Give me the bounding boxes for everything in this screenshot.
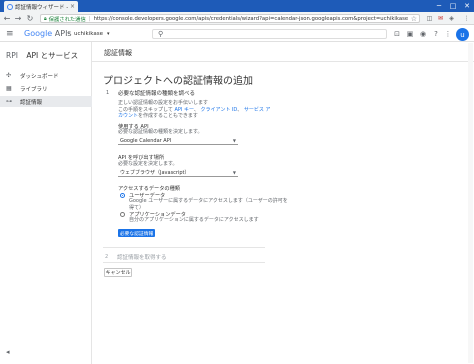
desc-comma: 、: [193, 106, 199, 113]
key-icon: ⊶: [6, 98, 12, 105]
sidebar-item-dashboard[interactable]: ✣ ダッシュボード: [0, 70, 92, 81]
step-title: 必要な認証情報の種類を調べる: [118, 91, 196, 97]
data-type-heading: アクセスするデータの種類: [118, 186, 180, 192]
sidebar-item-label: ライブラリ: [20, 86, 48, 93]
gift-icon[interactable]: ⊡: [392, 29, 402, 39]
maximize-button[interactable]: □: [446, 1, 460, 11]
help-icon[interactable]: ?: [431, 29, 441, 39]
tab-title: 認証情報ウィザード - uchiki: [15, 4, 70, 11]
address-bar[interactable]: 🔒︎ 保護された通信 | https://console.developers.…: [40, 14, 420, 23]
gmail-extension-icon[interactable]: ✉: [436, 14, 445, 23]
step-2-panel: 2 認証情報を取得する: [103, 251, 265, 263]
lock-icon: 🔒︎: [44, 15, 47, 22]
step-title: 認証情報を取得する: [117, 255, 167, 261]
project-dots-icon: ⁘: [66, 30, 72, 37]
bookmark-star-icon[interactable]: ☆: [411, 15, 417, 23]
extension-icon[interactable]: ◫: [425, 14, 434, 23]
page-title: プロジェクトへの認証情報の追加: [103, 76, 253, 87]
minimize-button[interactable]: ─: [432, 1, 446, 11]
caller-select[interactable]: ウェブブラウザ（Javascript） ▼: [118, 169, 238, 177]
url-text: https://console.developers.google.com/ap…: [93, 15, 409, 22]
api-brand-icon: RPI: [6, 51, 18, 60]
sidebar-item-credentials[interactable]: ⊶ 認証情報: [0, 96, 92, 107]
page-scrollbar[interactable]: [468, 43, 473, 363]
service-account-link-cont[interactable]: カウント: [118, 113, 138, 119]
page-header: 認証情報: [92, 42, 474, 62]
api-key-link[interactable]: API キー: [174, 107, 193, 113]
reload-icon[interactable]: ↻: [25, 13, 35, 24]
desc-line-3: カウントを作成することもできます: [118, 113, 268, 120]
user-data-desc: Google ユーザーに属するデータにアクセスします（ユーザーの許可を 得て）: [129, 198, 288, 211]
api-caption: 必要な認証情報の種類を決定します。: [118, 129, 203, 135]
user-data-radio[interactable]: [120, 193, 125, 198]
required-credentials-button[interactable]: 必要な認証情報: [118, 229, 155, 237]
more-vert-icon[interactable]: ⋮: [443, 29, 453, 39]
back-icon[interactable]: ←: [2, 13, 12, 24]
collapse-sidebar-icon[interactable]: ◂: [6, 348, 10, 356]
service-account-link[interactable]: サービス ア: [244, 107, 271, 113]
user-data-desc-a: Google ユーザーに属するデータにアクセスします（ユーザーの許可を: [129, 198, 288, 204]
desc-and: 、: [237, 106, 243, 113]
desc-line-3-post: を作成することもできます: [138, 113, 198, 119]
browser-toolbar: ← → ↻ 🔒︎ 保護された通信 | https://console.devel…: [0, 12, 474, 25]
secure-label: 保護された通信: [48, 16, 86, 23]
chevron-down-icon: ▼: [232, 138, 236, 143]
project-name: uchikikase: [74, 30, 103, 37]
sidebar-item-label: 認証情報: [20, 99, 43, 106]
extension-puzzle-icon[interactable]: ◈: [447, 14, 456, 23]
search-input[interactable]: ⚲: [152, 29, 387, 39]
step-number: 1: [106, 90, 110, 96]
step-description: 正しい認証情報の設定をお手伝いします この手順をスキップして API キー、 ク…: [118, 100, 271, 120]
dashboard-icon: ✣: [6, 72, 12, 79]
sidebar: RPI API とサービス ✣ ダッシュボード ▦ ライブラリ ⊶ 認証情報 ◂: [0, 42, 92, 364]
favicon-icon: [7, 3, 13, 10]
browser-tab[interactable]: 認証情報ウィザード - uchiki ×: [4, 1, 78, 12]
sidebar-item-library[interactable]: ▦ ライブラリ: [0, 83, 92, 94]
caller-select-value: ウェブブラウザ（Javascript）: [120, 170, 190, 176]
sidebar-title: RPI API とサービス: [6, 50, 78, 61]
browser-menu-icon[interactable]: ⋮: [462, 14, 471, 23]
hamburger-menu-icon[interactable]: ≡: [6, 29, 14, 39]
library-icon: ▦: [6, 85, 12, 92]
cancel-button[interactable]: キャンセル: [104, 268, 132, 277]
client-id-link[interactable]: クライアント ID: [201, 107, 238, 113]
tab-close-icon[interactable]: ×: [70, 3, 75, 10]
sidebar-item-label: ダッシュボード: [20, 73, 59, 80]
cloud-shell-icon[interactable]: ▣: [405, 29, 415, 39]
address-separator: |: [88, 15, 91, 22]
caller-caption: 必要な設定を決定します。: [118, 161, 178, 167]
window-close-button[interactable]: ✕: [460, 1, 474, 11]
chevron-down-icon: ▼: [232, 170, 236, 175]
step-1-panel: 1 必要な認証情報の種類を調べる 正しい認証情報の設定をお手伝いします この手順…: [104, 89, 288, 242]
app-data-desc: 自分のアプリケーションに属するデータにアクセスします: [129, 217, 259, 223]
desc-line-2-pre: この手順をスキップして: [118, 106, 173, 113]
api-select[interactable]: Google Calendar API ▼: [118, 137, 238, 145]
step-divider: [103, 247, 265, 248]
sidebar-title-text: API とサービス: [26, 51, 79, 60]
page-header-title: 認証情報: [104, 49, 132, 57]
caller-heading: API を呼び出す場所: [118, 155, 165, 161]
google-apis-logo[interactable]: Google APIs: [24, 29, 72, 38]
console-header: ≡ Google APIs ⁘ uchikikase ▾ ⚲ ⊡ ▣ ◉ ? ⋮: [0, 26, 474, 42]
notifications-icon[interactable]: ◉: [418, 29, 428, 39]
project-selector[interactable]: ⁘ uchikikase ▾: [66, 30, 110, 37]
avatar[interactable]: u: [456, 28, 469, 41]
search-icon: ⚲: [158, 30, 164, 38]
browser-tab-bar: 認証情報ウィザード - uchiki × ─ □ ✕: [0, 0, 474, 12]
api-select-value: Google Calendar API: [120, 137, 172, 144]
app-data-radio[interactable]: [120, 212, 125, 217]
logo-google: Google: [24, 29, 53, 38]
forward-icon[interactable]: →: [13, 13, 23, 24]
step-number: 2: [105, 254, 109, 260]
chevron-down-icon: ▾: [106, 30, 110, 37]
